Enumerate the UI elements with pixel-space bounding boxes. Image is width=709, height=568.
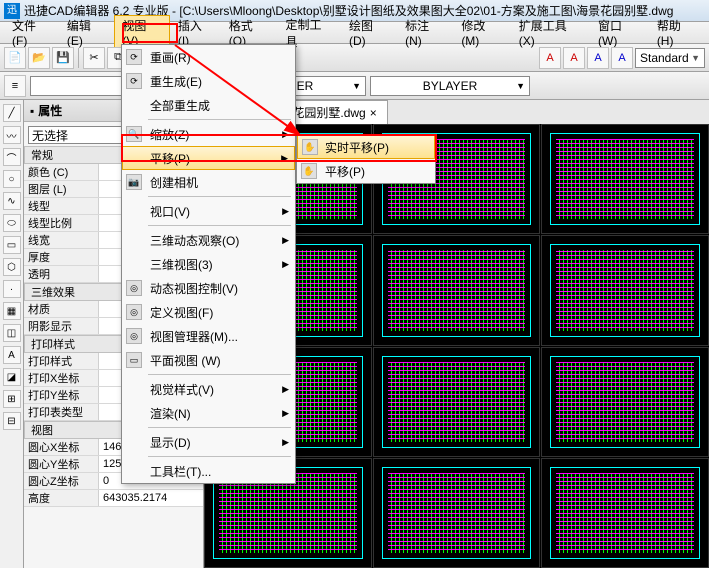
hatch-icon[interactable]: ▦ xyxy=(3,302,21,320)
submenu-item[interactable]: ✋平移(P) xyxy=(297,159,435,183)
insert-icon[interactable]: ⊞ xyxy=(3,390,21,408)
menu-item[interactable]: 全部重生成 xyxy=(122,93,295,117)
menu-item[interactable]: ◎动态视图控制(V) xyxy=(122,276,295,300)
prop-row[interactable]: 高度643035.2174 xyxy=(24,490,203,507)
menu-item[interactable]: ⟳重生成(E) xyxy=(122,69,295,93)
polygon-icon[interactable]: ⬡ xyxy=(3,258,21,276)
menu-item[interactable]: 📷创建相机 xyxy=(122,170,295,194)
drawing-thumb[interactable] xyxy=(541,124,709,234)
drawing-thumb[interactable] xyxy=(541,235,709,345)
spline-icon[interactable]: ∿ xyxy=(3,192,21,210)
menu-item[interactable]: 视觉样式(V)▶ xyxy=(122,377,295,401)
bylayer2-combo[interactable]: BYLAYER▼ xyxy=(370,76,530,96)
menu-item[interactable]: ⟳重画(R) xyxy=(122,45,295,69)
text-a3-icon[interactable]: A xyxy=(587,47,609,69)
ellipse-icon[interactable]: ⬭ xyxy=(3,214,21,232)
left-toolbar: ╱ 〰 ⌒ ○ ∿ ⬭ ▭ ⬡ · ▦ ◫ A ◪ ⊞ ⊟ xyxy=(0,100,24,568)
text-a-icon[interactable]: A xyxy=(539,47,561,69)
menu-6[interactable]: 绘图(D) xyxy=(341,15,397,50)
line-icon[interactable]: ╱ xyxy=(3,104,21,122)
menu-item[interactable]: 三维视图(3)▶ xyxy=(122,252,295,276)
text-a2-icon[interactable]: A xyxy=(563,47,585,69)
layer-icon[interactable]: ≡ xyxy=(4,75,26,97)
menu-0[interactable]: 文件(F) xyxy=(4,15,59,50)
menu-7[interactable]: 标注(N) xyxy=(397,15,453,50)
menu-item[interactable]: 平移(P)▶ xyxy=(122,146,295,170)
drawing-thumb[interactable] xyxy=(541,347,709,457)
drawing-thumb[interactable] xyxy=(373,458,541,568)
open-icon[interactable]: 📂 xyxy=(28,47,50,69)
point-icon[interactable]: · xyxy=(3,280,21,298)
drawing-thumb[interactable] xyxy=(541,458,709,568)
arc-icon[interactable]: ⌒ xyxy=(3,148,21,166)
style-combo[interactable]: Standard▼ xyxy=(635,48,705,68)
menu-11[interactable]: 帮助(H) xyxy=(649,15,705,50)
menu-item[interactable]: 显示(D)▶ xyxy=(122,430,295,454)
region-icon[interactable]: ◫ xyxy=(3,324,21,342)
menu-9[interactable]: 扩展工具(X) xyxy=(511,15,590,50)
menu-item[interactable]: ▭平面视图 (W) xyxy=(122,348,295,372)
menu-10[interactable]: 窗口(W) xyxy=(590,15,649,50)
text-a4-icon[interactable]: A xyxy=(611,47,633,69)
close-icon[interactable]: × xyxy=(370,106,377,120)
pan-submenu: ✋实时平移(P)✋平移(P) xyxy=(296,134,436,184)
menu-item[interactable]: 视口(V)▶ xyxy=(122,199,295,223)
view-menu-dropdown: ⟳重画(R)⟳重生成(E)全部重生成 🔍缩放(Z)▶平移(P)▶📷创建相机视口(V… xyxy=(121,44,296,484)
submenu-item[interactable]: ✋实时平移(P) xyxy=(297,135,435,159)
menu-item[interactable]: 工具栏(T)... xyxy=(122,459,295,483)
circle-icon[interactable]: ○ xyxy=(3,170,21,188)
menu-item[interactable]: 渲染(N)▶ xyxy=(122,401,295,425)
table-icon[interactable]: ⊟ xyxy=(3,412,21,430)
drawing-thumb[interactable] xyxy=(373,347,541,457)
menu-8[interactable]: 修改(M) xyxy=(453,15,510,50)
text-icon[interactable]: A xyxy=(3,346,21,364)
menu-item[interactable]: 三维动态观察(O)▶ xyxy=(122,228,295,252)
cut-icon[interactable]: ✂ xyxy=(83,47,105,69)
menu-1[interactable]: 编辑(E) xyxy=(59,15,115,50)
toolbar-layers: ≡ ▼ ◧ ◨ BYLAYER▼ BYLAYER▼ xyxy=(0,72,709,100)
save-icon[interactable]: 💾 xyxy=(52,47,74,69)
menu-item[interactable]: ◎视图管理器(M)... xyxy=(122,324,295,348)
rect-icon[interactable]: ▭ xyxy=(3,236,21,254)
new-icon[interactable]: 📄 xyxy=(4,47,26,69)
drawing-thumb[interactable] xyxy=(373,235,541,345)
menu-item[interactable]: 🔍缩放(Z)▶ xyxy=(122,122,295,146)
polyline-icon[interactable]: 〰 xyxy=(3,126,21,144)
menubar: 文件(F)编辑(E)视图(V)插入(I)格式(O)定制工具绘图(D)标注(N)修… xyxy=(0,22,709,44)
menu-item[interactable]: ◎定义视图(F) xyxy=(122,300,295,324)
block-icon[interactable]: ◪ xyxy=(3,368,21,386)
